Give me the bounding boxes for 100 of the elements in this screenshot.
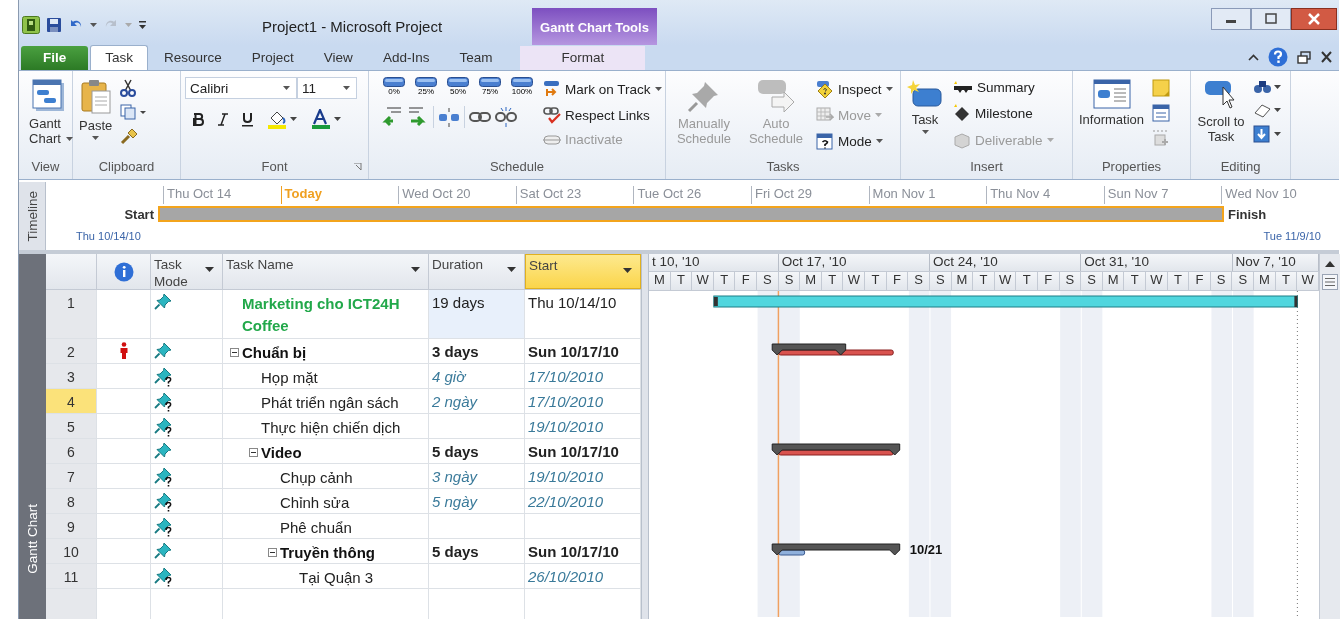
ribbon-tab[interactable]: File (21, 46, 89, 70)
row-number[interactable]: 3 (46, 364, 97, 388)
row-number[interactable]: 4 (46, 389, 97, 413)
information-button[interactable]: Information (1077, 77, 1147, 129)
caret-icon[interactable] (921, 130, 929, 134)
fill-down-icon[interactable] (1253, 125, 1281, 143)
task-name[interactable]: Chỉnh sửa (280, 492, 350, 514)
summary-bar[interactable] (771, 343, 894, 356)
caret-icon[interactable] (654, 87, 662, 91)
summary-bar[interactable] (771, 543, 901, 556)
summary-bar[interactable] (771, 443, 901, 456)
ribbon-tab[interactable]: Task (90, 45, 149, 70)
ribbon-tab[interactable]: Resource (150, 46, 236, 70)
font-name-field[interactable]: Calibri (185, 77, 297, 99)
column-header[interactable]: Task Name (223, 254, 429, 289)
row-number[interactable]: 5 (46, 414, 97, 438)
task-name[interactable]: Chuẩn bị (242, 342, 307, 364)
caret-icon[interactable] (92, 136, 100, 140)
bold-icon[interactable] (193, 112, 204, 126)
task-name[interactable]: Chụp cảnh (280, 467, 353, 489)
dialog-launcher-icon[interactable] (354, 163, 362, 171)
task-name[interactable]: Họp mặt (261, 367, 318, 389)
column-header[interactable]: Start (525, 254, 641, 289)
font-color-icon[interactable] (311, 109, 341, 129)
inspect-button[interactable]: Inspect (814, 79, 895, 99)
outdent-icon[interactable] (381, 106, 403, 128)
task-name[interactable]: Video (261, 442, 302, 464)
gantt-chart-button[interactable]: Gantt Chart (23, 77, 75, 148)
link-icon[interactable] (469, 110, 491, 124)
percent-complete-button[interactable]: 25% (413, 77, 439, 96)
caret-icon[interactable] (66, 137, 73, 141)
close-icon[interactable] (1320, 51, 1333, 63)
italic-icon[interactable] (218, 112, 228, 126)
duration-cell[interactable]: 4 giờ (429, 364, 525, 388)
copy-icon[interactable] (120, 104, 147, 120)
summary-button[interactable]: Summary (951, 79, 1056, 96)
scroll-to-task-button[interactable]: Scroll to Task (1195, 77, 1247, 146)
insert-task-button[interactable]: Task (905, 77, 945, 136)
collapse-icon[interactable] (230, 348, 239, 357)
font-size-field[interactable]: 11 (297, 77, 357, 99)
mark-on-track-button[interactable]: Mark on Track (541, 79, 664, 99)
task-name[interactable]: Truyền thông (280, 542, 375, 564)
task-name[interactable]: Phát triển ngân sách (261, 392, 399, 414)
dropdown-arrow-icon[interactable] (205, 267, 214, 272)
help-icon[interactable] (1268, 47, 1288, 67)
restore-window-icon[interactable] (1297, 50, 1311, 64)
caret-icon[interactable] (283, 86, 290, 90)
duration-cell[interactable]: 3 days (429, 339, 525, 363)
collapse-icon[interactable] (268, 548, 277, 557)
collapse-icon[interactable] (249, 448, 258, 457)
find-icon[interactable] (1253, 79, 1281, 95)
fill-color-icon[interactable] (267, 109, 297, 129)
view-side-tab[interactable]: Gantt Chart (19, 254, 46, 619)
milestone-button[interactable]: Milestone (951, 103, 1056, 123)
dropdown-arrow-icon[interactable] (623, 268, 632, 273)
ribbon-tab[interactable]: Format (520, 46, 646, 70)
close-icon[interactable] (1291, 8, 1337, 30)
percent-complete-button[interactable]: 0% (381, 77, 407, 96)
maximize-icon[interactable] (1251, 8, 1291, 30)
duration-cell[interactable]: 5 days (429, 439, 525, 463)
indent-icon[interactable] (407, 106, 429, 128)
cut-icon[interactable] (120, 79, 137, 97)
mode-button[interactable]: Mode (814, 131, 895, 151)
eraser-icon[interactable] (1253, 102, 1281, 118)
duration-cell[interactable]: 2 ngày (429, 389, 525, 413)
row-number[interactable]: 7 (46, 464, 97, 488)
duration-cell[interactable]: 19 days (429, 290, 525, 338)
save-icon[interactable] (46, 17, 62, 33)
dropdown-arrow-icon[interactable] (507, 267, 516, 272)
duration-cell[interactable]: 5 days (429, 539, 525, 563)
row-number[interactable]: 10 (46, 539, 97, 563)
respect-links-button[interactable]: Respect Links (541, 105, 664, 125)
app-logo-icon[interactable] (22, 16, 40, 34)
row-number[interactable]: 11 (46, 564, 97, 588)
column-header[interactable]: Task Mode (151, 254, 223, 289)
percent-complete-button[interactable]: 100% (509, 77, 535, 96)
format-painter-icon[interactable] (120, 127, 139, 145)
ribbon-tab[interactable]: View (309, 46, 367, 70)
caret-icon[interactable] (90, 23, 97, 27)
row-number[interactable]: 8 (46, 489, 97, 513)
ribbon-tab[interactable]: Team (445, 46, 507, 70)
note-icon[interactable] (1152, 79, 1171, 97)
duration-cell[interactable]: 3 ngày (429, 464, 525, 488)
percent-complete-button[interactable]: 50% (445, 77, 471, 96)
row-number[interactable]: 6 (46, 439, 97, 463)
caret-icon[interactable] (885, 87, 893, 91)
minimize-icon[interactable] (1211, 8, 1251, 30)
split-task-icon[interactable] (438, 106, 460, 128)
dropdown-arrow-icon[interactable] (411, 267, 420, 272)
row-number[interactable]: 2 (46, 339, 97, 363)
task-name[interactable]: Phê chuẩn (280, 517, 352, 539)
underline-icon[interactable] (242, 111, 253, 127)
ribbon-tab[interactable]: Project (237, 46, 308, 70)
unlink-icon[interactable] (495, 107, 517, 127)
customize-toolbar-icon[interactable] (138, 19, 147, 31)
timeline-side-tab[interactable]: Timeline (19, 182, 46, 250)
task-name[interactable]: Thực hiện chiến dịch (261, 417, 401, 439)
row-number[interactable]: 1 (46, 290, 97, 338)
scroll-thumb[interactable] (1322, 274, 1338, 290)
caret-icon[interactable] (343, 86, 350, 90)
